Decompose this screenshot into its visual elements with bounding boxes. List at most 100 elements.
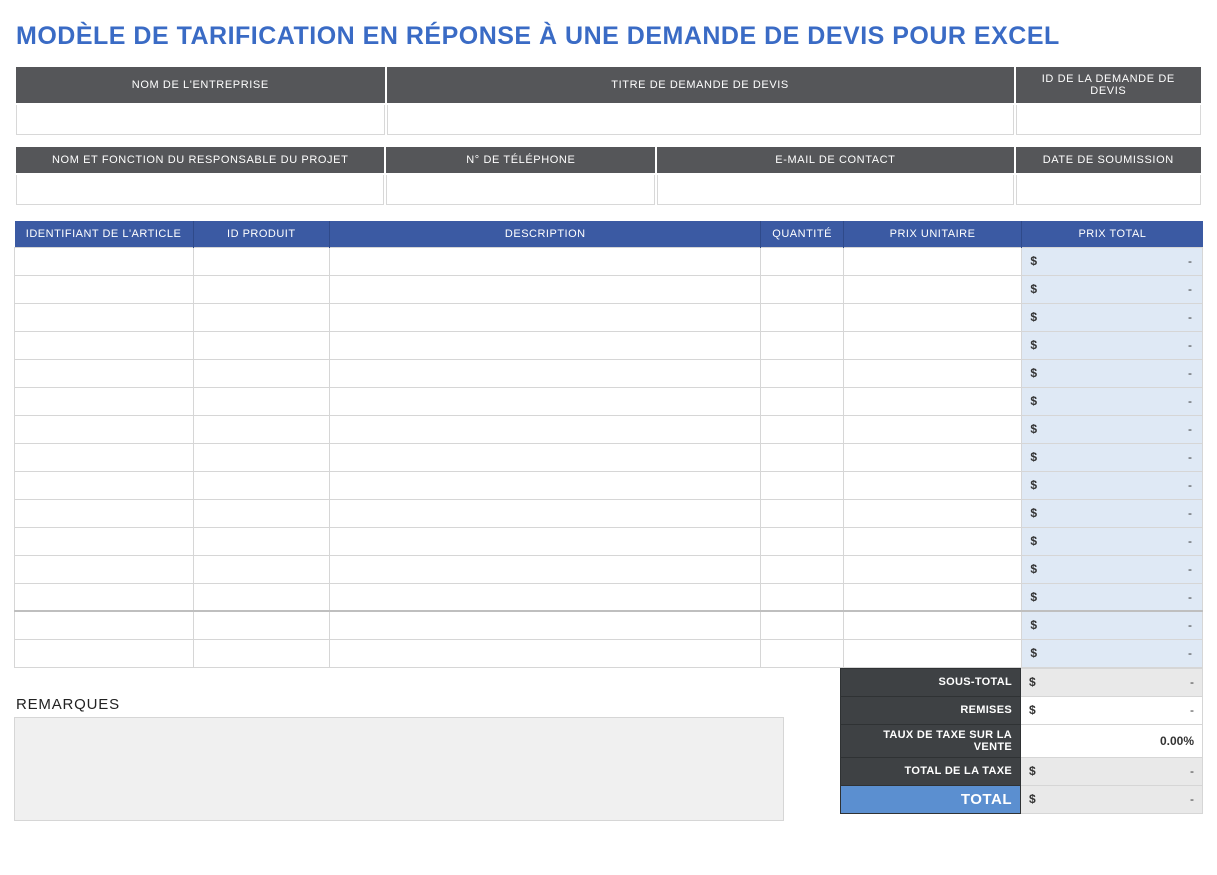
cell-quantity[interactable] <box>761 555 843 583</box>
cell-description[interactable] <box>330 415 761 443</box>
cell-product-id[interactable] <box>193 611 329 639</box>
col-header-total-price: PRIX TOTAL <box>1022 221 1203 247</box>
cell-description[interactable] <box>330 611 761 639</box>
cell-quantity[interactable] <box>761 443 843 471</box>
cell-description[interactable] <box>330 555 761 583</box>
cell-article-id[interactable] <box>15 471 194 499</box>
cell-quantity[interactable] <box>761 499 843 527</box>
cell-article-id[interactable] <box>15 499 194 527</box>
cell-unit-price[interactable] <box>843 611 1022 639</box>
cell-total-price: $- <box>1022 331 1203 359</box>
cell-article-id[interactable] <box>15 639 194 667</box>
cell-unit-price[interactable] <box>843 527 1022 555</box>
cell-article-id[interactable] <box>15 387 194 415</box>
cell-quantity[interactable] <box>761 611 843 639</box>
cell-product-id[interactable] <box>193 303 329 331</box>
cell-unit-price[interactable] <box>843 387 1022 415</box>
cell-quantity[interactable] <box>761 583 843 611</box>
table-row: $- <box>15 387 1203 415</box>
cell-quantity[interactable] <box>761 387 843 415</box>
cell-description[interactable] <box>330 359 761 387</box>
cell-article-id[interactable] <box>15 275 194 303</box>
value-date[interactable] <box>1016 175 1201 205</box>
cell-description[interactable] <box>330 303 761 331</box>
cell-quantity[interactable] <box>761 331 843 359</box>
cell-article-id[interactable] <box>15 527 194 555</box>
cell-quantity[interactable] <box>761 415 843 443</box>
cell-unit-price[interactable] <box>843 471 1022 499</box>
value-phone[interactable] <box>386 175 655 205</box>
cell-unit-price[interactable] <box>843 331 1022 359</box>
cell-product-id[interactable] <box>193 415 329 443</box>
table-row: $- <box>15 247 1203 275</box>
value-contact[interactable] <box>16 175 384 205</box>
cell-product-id[interactable] <box>193 275 329 303</box>
table-row: $- <box>15 303 1203 331</box>
cell-unit-price[interactable] <box>843 555 1022 583</box>
cell-description[interactable] <box>330 443 761 471</box>
cell-article-id[interactable] <box>15 359 194 387</box>
cell-quantity[interactable] <box>761 471 843 499</box>
cell-description[interactable] <box>330 583 761 611</box>
cell-article-id[interactable] <box>15 443 194 471</box>
value-discounts[interactable]: $ - <box>1020 696 1202 724</box>
cell-article-id[interactable] <box>15 415 194 443</box>
cell-unit-price[interactable] <box>843 443 1022 471</box>
cell-product-id[interactable] <box>193 443 329 471</box>
cell-article-id[interactable] <box>15 247 194 275</box>
value-company[interactable] <box>16 105 385 135</box>
cell-unit-price[interactable] <box>843 275 1022 303</box>
cell-unit-price[interactable] <box>843 499 1022 527</box>
notes-textarea[interactable] <box>14 717 784 821</box>
cell-quantity[interactable] <box>761 303 843 331</box>
cell-quantity[interactable] <box>761 527 843 555</box>
cell-unit-price[interactable] <box>843 303 1022 331</box>
value-subtotal: $ - <box>1020 668 1202 696</box>
cell-product-id[interactable] <box>193 471 329 499</box>
value-tax-total: $ - <box>1020 757 1202 785</box>
cell-article-id[interactable] <box>15 303 194 331</box>
cell-product-id[interactable] <box>193 387 329 415</box>
cell-product-id[interactable] <box>193 247 329 275</box>
cell-product-id[interactable] <box>193 331 329 359</box>
cell-total-price: $- <box>1022 583 1203 611</box>
value-rfq-id[interactable] <box>1016 105 1201 135</box>
cell-description[interactable] <box>330 275 761 303</box>
info-table-row1: NOM DE L'ENTREPRISE TITRE DE DEMANDE DE … <box>14 65 1203 137</box>
cell-description[interactable] <box>330 527 761 555</box>
cell-quantity[interactable] <box>761 247 843 275</box>
value-email[interactable] <box>657 175 1013 205</box>
cell-unit-price[interactable] <box>843 583 1022 611</box>
cell-article-id[interactable] <box>15 611 194 639</box>
table-row: $- <box>15 415 1203 443</box>
cell-quantity[interactable] <box>761 275 843 303</box>
cell-description[interactable] <box>330 499 761 527</box>
cell-product-id[interactable] <box>193 359 329 387</box>
cell-product-id[interactable] <box>193 527 329 555</box>
cell-product-id[interactable] <box>193 583 329 611</box>
cell-unit-price[interactable] <box>843 639 1022 667</box>
value-tax-rate[interactable]: 0.00% <box>1020 724 1202 757</box>
totals-table: SOUS-TOTAL $ - REMISES $ - TAUX DE TAXE … <box>840 668 1203 814</box>
cell-unit-price[interactable] <box>843 359 1022 387</box>
cell-description[interactable] <box>330 639 761 667</box>
cell-unit-price[interactable] <box>843 247 1022 275</box>
cell-product-id[interactable] <box>193 499 329 527</box>
cell-quantity[interactable] <box>761 639 843 667</box>
cell-total-price: $- <box>1022 275 1203 303</box>
cell-quantity[interactable] <box>761 359 843 387</box>
cell-article-id[interactable] <box>15 555 194 583</box>
col-header-quantity: QUANTITÉ <box>761 221 843 247</box>
cell-unit-price[interactable] <box>843 415 1022 443</box>
value-rfq-title[interactable] <box>387 105 1014 135</box>
cell-article-id[interactable] <box>15 331 194 359</box>
cell-description[interactable] <box>330 471 761 499</box>
cell-description[interactable] <box>330 247 761 275</box>
cell-description[interactable] <box>330 331 761 359</box>
cell-total-price: $- <box>1022 247 1203 275</box>
cell-article-id[interactable] <box>15 583 194 611</box>
cell-product-id[interactable] <box>193 555 329 583</box>
cell-product-id[interactable] <box>193 639 329 667</box>
cell-description[interactable] <box>330 387 761 415</box>
table-row: $- <box>15 359 1203 387</box>
